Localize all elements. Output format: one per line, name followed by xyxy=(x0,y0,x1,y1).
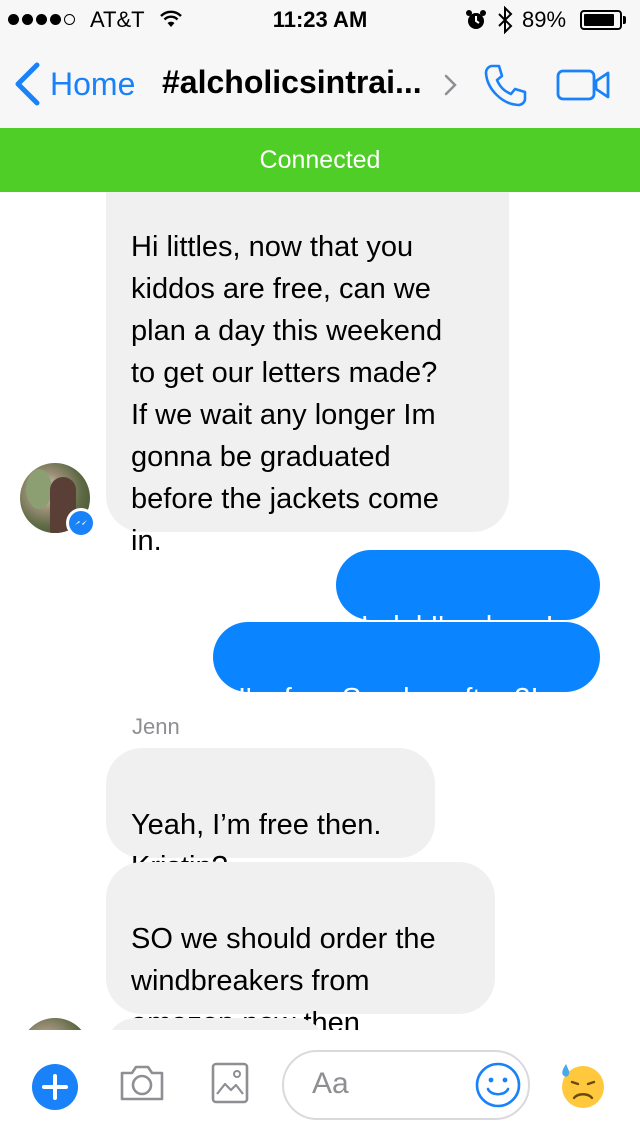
title-chevron-icon[interactable] xyxy=(444,74,458,101)
message-text: Hi littles, now that you kiddos are free… xyxy=(131,231,443,557)
back-chevron-icon xyxy=(15,62,40,106)
battery-icon xyxy=(580,10,622,30)
connection-status-banner: Connected xyxy=(0,128,640,192)
battery-percent: 89% xyxy=(522,7,567,32)
emoji-icon[interactable] xyxy=(558,1060,608,1115)
back-button[interactable]: Home xyxy=(14,62,135,106)
message-bubble[interactable]: Lolol I'm down! xyxy=(336,550,600,643)
emoji-picker-icon[interactable] xyxy=(474,1061,522,1114)
back-label: Home xyxy=(50,65,136,102)
status-bar: AT&T 11:23 AM 89% xyxy=(0,0,640,40)
image-icon[interactable] xyxy=(210,1061,250,1110)
bluetooth-icon xyxy=(496,5,514,40)
sender-name: Jenn xyxy=(132,714,180,739)
video-call-icon[interactable] xyxy=(556,68,612,107)
date-link[interactable]: Sunday xyxy=(342,683,440,715)
phone-call-icon[interactable] xyxy=(482,62,528,113)
message-bubble[interactable]: Hi littles, now that you kiddos are free… xyxy=(106,140,509,557)
message-input-placeholder: Aa xyxy=(312,1067,349,1100)
message-bubble[interactable]: I'm free Sunday after 3! xyxy=(213,622,600,715)
nav-bar: Home #alcholicsintrai... xyxy=(0,40,640,128)
avatar-background xyxy=(26,469,52,509)
messenger-badge-icon xyxy=(66,508,96,538)
alarm-icon xyxy=(464,8,488,38)
add-button[interactable] xyxy=(32,1064,78,1110)
connection-status-text: Connected xyxy=(259,145,381,174)
message-bubble[interactable]: SO we should order the windbreakers from… xyxy=(106,862,495,1039)
message-bubble[interactable]: Yeah, I’m free then. Kristin? xyxy=(106,748,435,883)
message-text-before: I'm free xyxy=(238,683,342,715)
message-input[interactable]: Aa xyxy=(282,1050,530,1120)
conversation-title[interactable]: #alcholicsintrai... xyxy=(162,64,422,101)
camera-icon[interactable] xyxy=(118,1063,166,1108)
message-text-after: after 3! xyxy=(440,683,539,715)
composer-bar: Aa xyxy=(0,1030,640,1136)
plus-icon xyxy=(42,1074,68,1100)
